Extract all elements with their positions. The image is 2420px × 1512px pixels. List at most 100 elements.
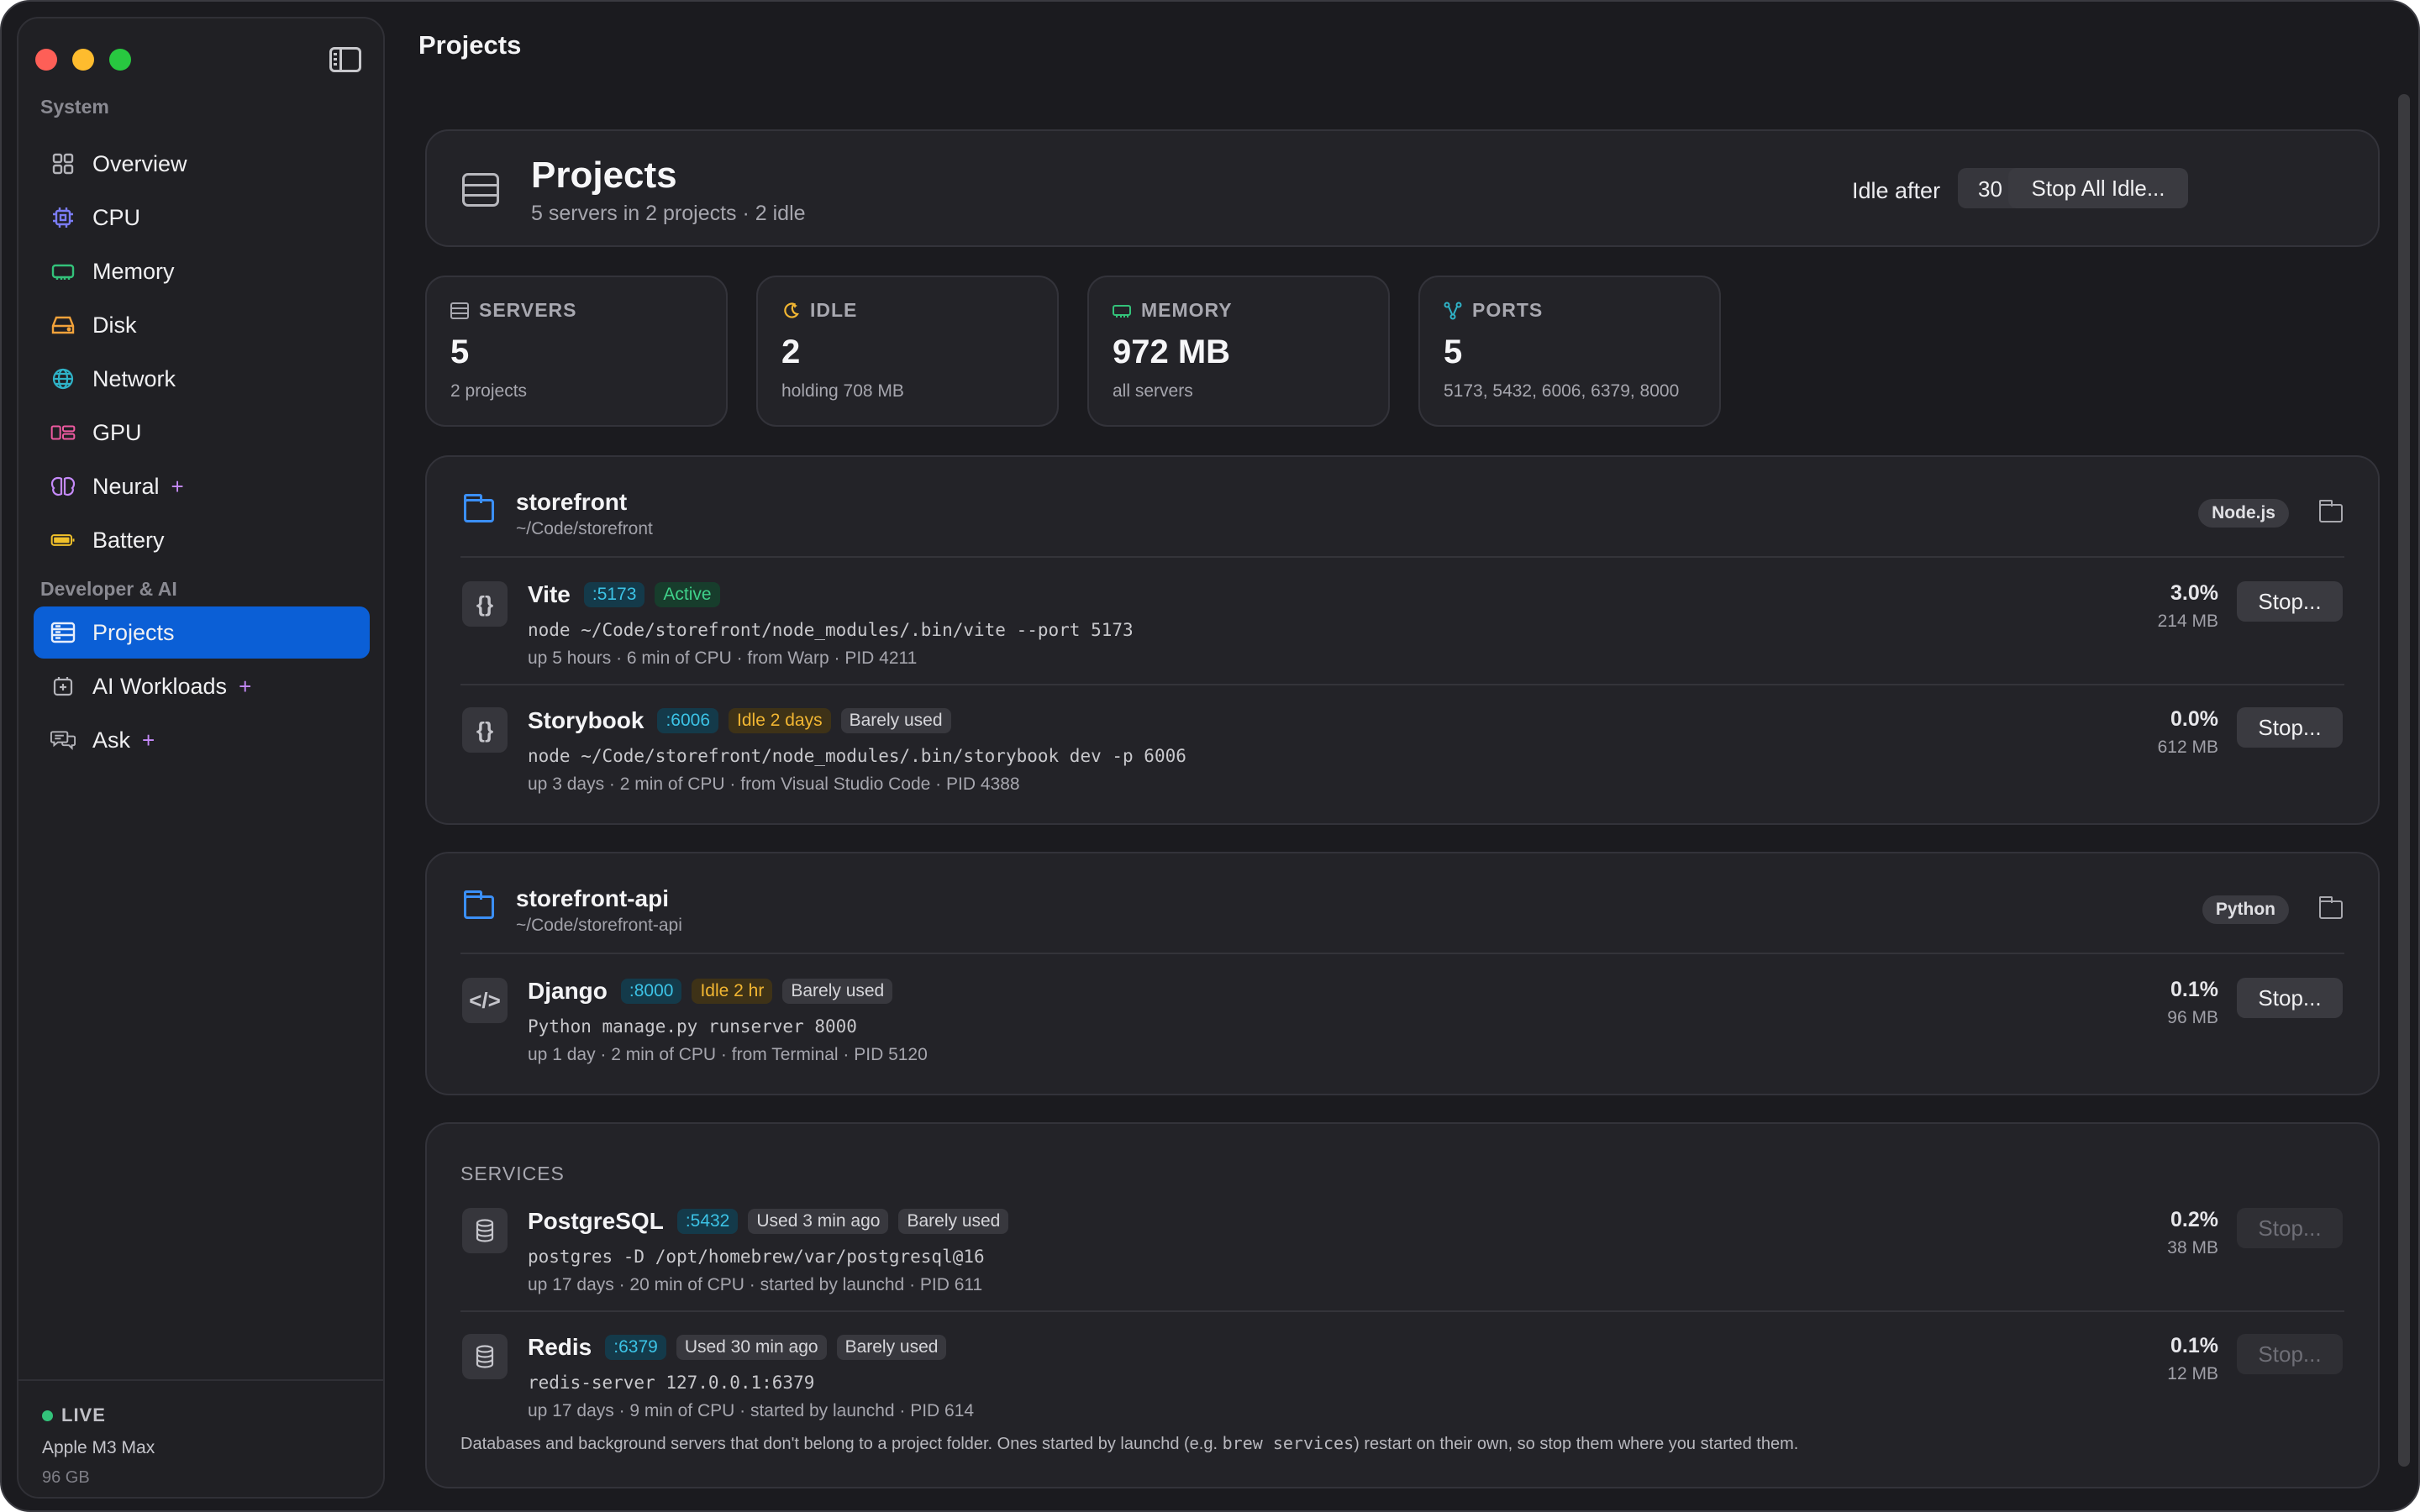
scrollbar[interactable] (2398, 94, 2410, 1467)
stat-sub: 2 projects (450, 381, 528, 401)
network-nodes-icon (1444, 302, 1462, 319)
sidebar: System Overview CPU Memory Disk Network … (17, 17, 385, 1499)
ram-size: 96 GB (42, 1468, 90, 1487)
folder-icon (464, 494, 494, 522)
cpu-percent: 0.0% (2170, 707, 2218, 731)
window-controls (35, 49, 131, 71)
zoom-window-button[interactable] (109, 49, 131, 71)
sidebar-item-overview[interactable]: Overview (34, 138, 370, 190)
service-row: PostgreSQL :5432 Used 3 min ago Barely u… (460, 1186, 2344, 1312)
port-badge: :6379 (605, 1335, 666, 1360)
cpu-icon (50, 207, 76, 228)
server-name: Storybook (528, 707, 644, 733)
server-meta: up 3 days · 2 min of CPU · from Visual S… (528, 774, 1020, 794)
sidebar-item-label: CPU (92, 204, 141, 230)
minimize-window-button[interactable] (72, 49, 94, 71)
sidebar-item-label: Network (92, 365, 176, 391)
sidebar-item-ask[interactable]: Ask + (34, 714, 370, 766)
sidebar-section-system: System (40, 96, 109, 118)
stat-value: 2 (781, 333, 801, 370)
memory-usage: 214 MB (2157, 612, 2218, 631)
sidebar-item-label: Disk (92, 312, 137, 338)
server-rack-icon (50, 622, 76, 643)
sidebar-item-battery[interactable]: Battery (34, 514, 370, 566)
sidebar-item-label: Projects (92, 619, 175, 645)
braces-icon: {} (462, 581, 508, 627)
language-badge: Python (2202, 895, 2289, 924)
sidebar-item-label: Ask (92, 727, 131, 753)
sidebar-item-memory[interactable]: Memory (34, 245, 370, 297)
sidebar-item-disk[interactable]: Disk (34, 299, 370, 351)
stat-label: PORTS (1472, 299, 1544, 321)
sidebar-item-ai-workloads[interactable]: AI Workloads + (34, 660, 370, 712)
sidebar-item-neural[interactable]: Neural + (34, 460, 370, 512)
sidebar-item-network[interactable]: Network (34, 353, 370, 405)
services-note: Databases and background servers that do… (460, 1433, 1798, 1454)
live-label: LIVE (61, 1404, 106, 1425)
sidebar-item-cpu[interactable]: CPU (34, 192, 370, 244)
server-command: node ~/Code/storefront/node_modules/.bin… (528, 620, 1134, 640)
server-rack-icon (462, 173, 499, 207)
close-window-button[interactable] (35, 49, 57, 71)
stat-card-idle: IDLE 2 holding 708 MB (756, 276, 1059, 427)
live-dot-icon (42, 1410, 53, 1421)
port-badge: :8000 (620, 979, 682, 1004)
memory-usage: 12 MB (2167, 1364, 2218, 1383)
server-meta: up 1 day · 2 min of CPU · from Terminal … (528, 1045, 928, 1064)
stat-sub: holding 708 MB (781, 381, 904, 401)
sidebar-item-label: GPU (92, 419, 142, 445)
stat-card-memory: MEMORY 972 MB all servers (1087, 276, 1390, 427)
usage-badge: Barely used (782, 979, 893, 1004)
sidebar-toggle-icon[interactable] (329, 47, 361, 72)
project-header: storefront ~/Code/storefront Node.js (460, 457, 2344, 558)
project-path: ~/Code/storefront-api (516, 916, 682, 935)
sidebar-item-projects[interactable]: Projects (34, 606, 370, 659)
service-name: PostgreSQL (528, 1208, 664, 1234)
memory-usage: 96 MB (2167, 1008, 2218, 1027)
grid-icon (50, 153, 76, 175)
language-badge: Node.js (2198, 499, 2289, 528)
window-title: Projects (418, 30, 522, 60)
ai-box-icon (50, 675, 76, 697)
moon-icon (784, 302, 799, 318)
stop-button[interactable]: Stop... (2237, 978, 2343, 1018)
stop-button[interactable]: Stop... (2237, 707, 2343, 748)
server-row: {} Storybook :6006 Idle 2 days Barely us… (460, 685, 2344, 811)
note-text: ) restart on their own, so stop them whe… (1354, 1435, 1799, 1453)
battery-icon (50, 529, 76, 551)
open-folder-icon[interactable] (2319, 896, 2343, 919)
cpu-percent: 0.1% (2170, 1334, 2218, 1357)
service-meta: up 17 days · 20 min of CPU · started by … (528, 1275, 983, 1294)
project-card: storefront ~/Code/storefront Node.js {} … (425, 455, 2380, 825)
server-name: Vite (528, 581, 571, 607)
server-command: Python manage.py runserver 8000 (528, 1016, 857, 1037)
service-command: redis-server 127.0.0.1:6379 (528, 1373, 815, 1393)
idle-after-label: Idle after (1852, 178, 1941, 203)
service-name: Redis (528, 1334, 592, 1360)
server-row: {} Vite :5173 Active node ~/Code/storefr… (460, 559, 2344, 685)
gpu-icon (50, 422, 76, 444)
stop-button: Stop... (2237, 1334, 2343, 1374)
note-code: brew services (1222, 1433, 1355, 1453)
stat-card-servers: SERVERS 5 2 projects (425, 276, 728, 427)
open-folder-icon[interactable] (2319, 500, 2343, 522)
database-icon (462, 1208, 508, 1253)
chip-name: Apple M3 Max (42, 1438, 155, 1457)
globe-icon (50, 368, 76, 390)
stat-label: MEMORY (1141, 299, 1233, 321)
memory-usage: 38 MB (2167, 1238, 2218, 1257)
sidebar-item-label: Neural (92, 473, 160, 499)
sidebar-item-label: Overview (92, 150, 187, 176)
sidebar-item-gpu[interactable]: GPU (34, 407, 370, 459)
stop-all-idle-button[interactable]: Stop All Idle... (2008, 168, 2188, 208)
cpu-percent: 0.1% (2170, 978, 2218, 1001)
project-header: storefront-api ~/Code/storefront-api Pyt… (460, 853, 2344, 954)
sparkle-icon: + (142, 727, 155, 753)
stop-button[interactable]: Stop... (2237, 581, 2343, 622)
port-badge: :6006 (657, 708, 719, 733)
stat-value: 972 MB (1113, 333, 1231, 370)
project-name: storefront-api (516, 885, 669, 911)
code-icon: </> (462, 978, 508, 1023)
services-card: SERVICES PostgreSQL :5432 Used 3 min ago… (425, 1122, 2380, 1488)
chat-bubbles-icon (50, 729, 76, 751)
